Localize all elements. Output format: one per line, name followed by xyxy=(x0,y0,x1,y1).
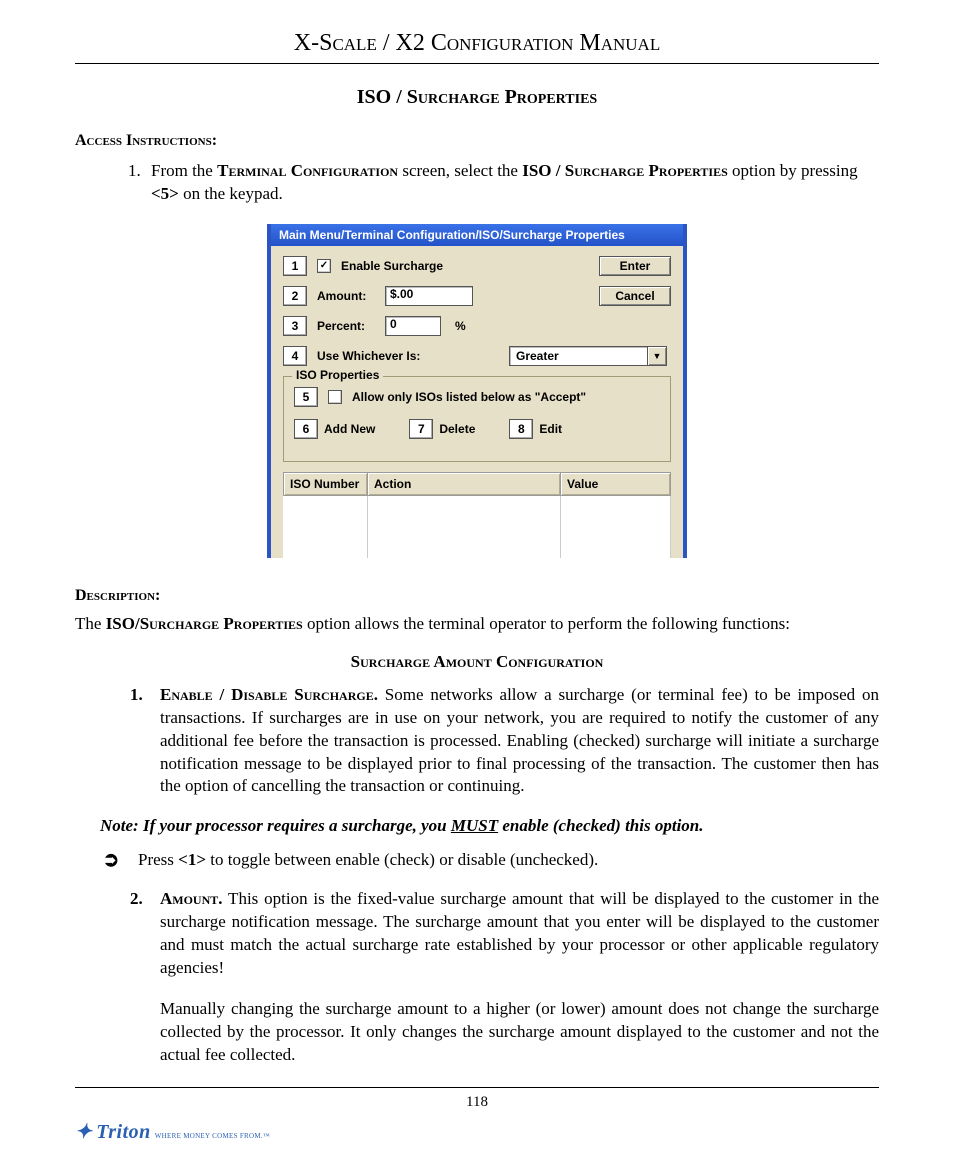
brand-tagline: WHERE MONEY COMES FROM.™ xyxy=(155,1132,270,1140)
col-iso-number[interactable]: ISO Number xyxy=(284,472,368,495)
brand-name: Triton xyxy=(96,1121,151,1144)
percent-sign: % xyxy=(455,319,466,333)
keypad-1[interactable]: 1 xyxy=(283,256,307,276)
dialog-titlebar: Main Menu/Terminal Configuration/ISO/Sur… xyxy=(271,224,683,246)
add-new-button[interactable]: Add New xyxy=(324,422,375,436)
iso-surcharge-properties-term2: ISO/Surcharge Properties xyxy=(106,614,303,633)
table-row xyxy=(284,495,671,558)
note-must: MUST xyxy=(451,816,498,835)
cancel-button[interactable]: Cancel xyxy=(599,286,671,306)
logo-mark-icon: ✦ xyxy=(75,1119,92,1144)
press-1-text: Press <1> to toggle between enable (chec… xyxy=(138,850,598,870)
note-line: Note: If your processor requires a surch… xyxy=(100,816,879,836)
keypad-6[interactable]: 6 xyxy=(294,419,318,439)
keypad-7[interactable]: 7 xyxy=(409,419,433,439)
iso-table: ISO Number Action Value xyxy=(283,472,671,558)
row-iso-buttons: 6 Add New 7 Delete 8 Edit xyxy=(294,419,660,439)
edit-button[interactable]: Edit xyxy=(539,422,562,436)
row-amount: 2 Amount: $.00 Cancel xyxy=(283,286,671,306)
header-rule xyxy=(75,63,879,64)
iso-properties-legend: ISO Properties xyxy=(292,368,383,382)
description-heading: Description: xyxy=(75,587,160,604)
access-instructions-list: From the Terminal Configuration screen, … xyxy=(75,160,879,206)
row-percent: 3 Percent: 0 % xyxy=(283,316,671,336)
running-head-text: X-Scale / X2 Configuration Manual xyxy=(294,30,660,56)
item-amount-para2: Manually changing the surcharge amount t… xyxy=(160,998,879,1067)
terminal-configuration-term: Terminal Configuration xyxy=(217,161,398,180)
allow-only-label: Allow only ISOs listed below as "Accept" xyxy=(352,390,586,404)
enable-disable-surcharge-head: Enable / Disable Surcharge. xyxy=(160,685,378,704)
press-1-bullet: ➲ Press <1> to toggle between enable (ch… xyxy=(100,850,879,870)
item-enable-disable-surcharge: 1. Enable / Disable Surcharge. Some netw… xyxy=(130,684,879,799)
arrow-icon: ➲ xyxy=(100,850,122,870)
amount-head: Amount. xyxy=(160,889,223,908)
keypad-2[interactable]: 2 xyxy=(283,286,307,306)
percent-field[interactable]: 0 xyxy=(385,316,441,336)
amount-label: Amount: xyxy=(317,289,375,303)
amount-field[interactable]: $.00 xyxy=(385,286,473,306)
row-use-whichever: 4 Use Whichever Is: Greater ▼ xyxy=(283,346,671,366)
keypad-8[interactable]: 8 xyxy=(509,419,533,439)
surcharge-config-list-2: 2. Amount. This option is the fixed-valu… xyxy=(75,888,879,1067)
iso-properties-group: ISO Properties 5 Allow only ISOs listed … xyxy=(283,376,671,462)
enable-surcharge-checkbox[interactable]: ✓ xyxy=(317,259,331,273)
iso-surcharge-properties-term: ISO / Surcharge Properties xyxy=(522,161,728,180)
keypad-4[interactable]: 4 xyxy=(283,346,307,366)
section-title: ISO / Surcharge Properties xyxy=(75,86,879,109)
key-5: <5> xyxy=(151,184,179,203)
allow-only-checkbox[interactable] xyxy=(328,390,342,404)
surcharge-config-list: 1. Enable / Disable Surcharge. Some netw… xyxy=(75,684,879,799)
keypad-5[interactable]: 5 xyxy=(294,387,318,407)
col-action[interactable]: Action xyxy=(368,472,561,495)
percent-label: Percent: xyxy=(317,319,375,333)
chevron-down-icon[interactable]: ▼ xyxy=(647,346,667,366)
access-instructions-heading: Access Instructions: xyxy=(75,132,217,149)
access-step-1: From the Terminal Configuration screen, … xyxy=(145,160,879,206)
surcharge-amount-configuration-title: Surcharge Amount Configuration xyxy=(75,652,879,672)
delete-button[interactable]: Delete xyxy=(439,422,475,436)
dialog-window: Main Menu/Terminal Configuration/ISO/Sur… xyxy=(267,224,687,558)
enter-button[interactable]: Enter xyxy=(599,256,671,276)
item-amount: 2. Amount. This option is the fixed-valu… xyxy=(130,888,879,1067)
footer-rule xyxy=(75,1087,879,1088)
keypad-3[interactable]: 3 xyxy=(283,316,307,336)
col-value[interactable]: Value xyxy=(561,472,671,495)
page-number: 118 xyxy=(75,1094,879,1111)
triton-logo: ✦ Triton WHERE MONEY COMES FROM.™ xyxy=(75,1119,879,1144)
key-1: <1> xyxy=(178,850,206,869)
use-whichever-value: Greater xyxy=(509,346,647,366)
row-allow-only: 5 Allow only ISOs listed below as "Accep… xyxy=(294,387,660,407)
running-head: X-Scale / X2 Configuration Manual xyxy=(75,30,879,63)
use-whichever-label: Use Whichever Is: xyxy=(317,349,420,363)
use-whichever-combo[interactable]: Greater ▼ xyxy=(509,346,667,366)
description-intro: The ISO/Surcharge Properties option allo… xyxy=(75,613,879,636)
row-enable-surcharge: 1 ✓ Enable Surcharge Enter xyxy=(283,256,671,276)
enable-surcharge-label: Enable Surcharge xyxy=(341,259,443,273)
